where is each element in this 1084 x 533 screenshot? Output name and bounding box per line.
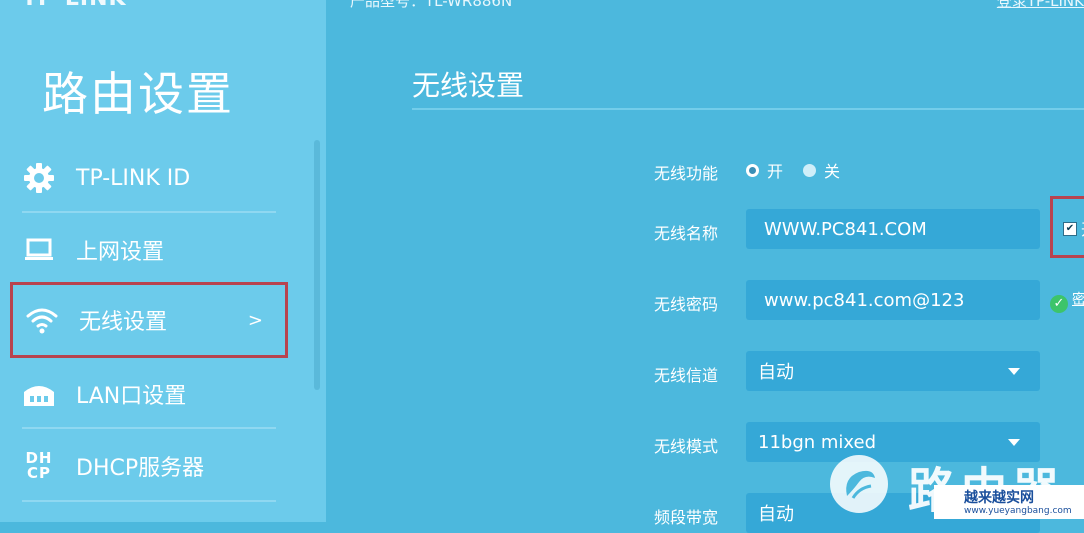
watermark-url: www.yueyangbang.com <box>964 506 1072 516</box>
bandwidth-label: 频段带宽 <box>654 508 719 527</box>
radio-off-label: 关 <box>824 162 841 181</box>
password-label: 无线密码 <box>654 295 719 314</box>
sidebar-item-dhcp[interactable]: DHCP DHCP服务器 <box>10 430 276 502</box>
mode-value: 11bgn mixed <box>758 431 877 453</box>
radio-off[interactable] <box>803 163 817 177</box>
monitor-icon <box>22 233 56 267</box>
brand-logo: TP-LINK <box>22 0 127 11</box>
gear-icon <box>22 161 56 195</box>
watermark-logo-icon <box>830 455 888 513</box>
divider <box>22 500 276 502</box>
sidebar-item-label: LAN口设置 <box>76 384 187 409</box>
watermark-subtitle: 越来越实网 <box>964 490 1034 506</box>
password-strength-link[interactable]: 密 <box>1072 289 1084 309</box>
product-model: 产品型号：TL-WR886N <box>350 0 513 10</box>
sidebar-item-label: TP-LINK ID <box>76 165 191 191</box>
wireless-function-radio-group: 开 关 <box>746 158 840 182</box>
divider <box>22 427 276 429</box>
channel-label: 无线信道 <box>654 366 719 385</box>
check-icon: ✓ <box>1050 295 1068 313</box>
ssid-broadcast-checkbox[interactable]: ✔ <box>1063 222 1077 236</box>
sidebar-item-tplink-id[interactable]: TP-LINK ID <box>10 142 276 214</box>
radio-on-label: 开 <box>767 162 784 181</box>
chevron-right-icon: > <box>247 309 263 331</box>
radio-on[interactable] <box>746 163 759 177</box>
channel-select[interactable]: 自动 <box>746 351 1040 391</box>
ssid-input[interactable]: WWW.PC841.COM <box>746 209 1040 249</box>
sidebar-item-label: DHCP服务器 <box>76 456 205 481</box>
page-title: 无线设置 <box>412 69 525 102</box>
sidebar-item-internet[interactable]: 上网设置 <box>10 214 276 286</box>
wifi-icon <box>25 303 59 337</box>
sidebar: TP-LINK 路由设置 TP-LINK ID 上网设置 <box>0 0 326 522</box>
ssid-broadcast-highlight: ✔ 开 <box>1050 196 1084 258</box>
main-panel: 产品型号：TL-WR886N 登录TP-LINK 无线设置 无线功能 开 关 无… <box>326 0 1084 533</box>
password-input[interactable]: www.pc841.com@123 <box>746 280 1040 320</box>
bandwidth-value: 自动 <box>758 504 794 525</box>
sidebar-item-label: 无线设置 <box>79 310 168 335</box>
mode-label: 无线模式 <box>654 437 719 456</box>
chevron-down-icon <box>1008 368 1020 375</box>
scrollbar[interactable] <box>314 140 320 390</box>
dhcp-icon: DHCP <box>22 449 56 483</box>
ssid-label: 无线名称 <box>654 224 719 243</box>
sidebar-item-lan[interactable]: LAN口设置 <box>10 358 276 430</box>
channel-value: 自动 <box>758 362 794 383</box>
sidebar-item-wireless[interactable]: 无线设置 > <box>10 282 288 358</box>
sidebar-item-label: 上网设置 <box>76 240 165 265</box>
divider <box>22 211 276 213</box>
dhcp-icon-text: DHCP <box>25 449 53 482</box>
sidebar-title: 路由设置 <box>42 67 234 121</box>
chevron-down-icon <box>1008 439 1020 446</box>
login-link[interactable]: 登录TP-LINK <box>997 0 1084 11</box>
watermark: 路由器 越来越实网 www.yueyangbang.com <box>830 455 1084 522</box>
lan-icon <box>22 377 56 411</box>
divider <box>412 108 1084 110</box>
wireless-function-label: 无线功能 <box>654 164 719 183</box>
